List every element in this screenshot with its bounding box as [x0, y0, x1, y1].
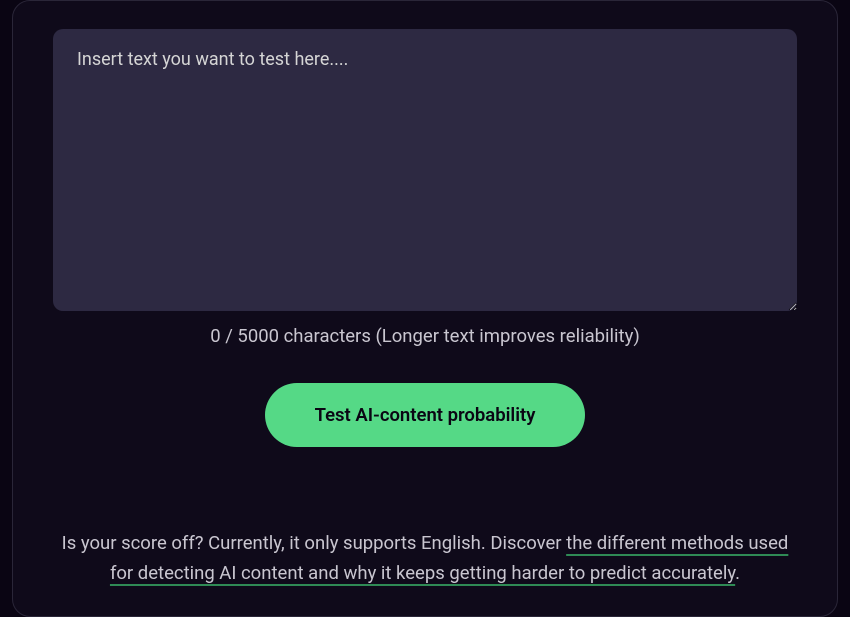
- footer-suffix: .: [735, 562, 740, 584]
- character-counter: 0 / 5000 characters (Longer text improve…: [53, 325, 797, 347]
- text-input[interactable]: [53, 29, 797, 311]
- test-button[interactable]: Test AI-content probability: [265, 383, 586, 447]
- action-row: Test AI-content probability: [53, 383, 797, 447]
- footer-prefix: Is your score off? Currently, it only su…: [62, 532, 566, 554]
- footer-note: Is your score off? Currently, it only su…: [53, 529, 797, 588]
- detector-card: 0 / 5000 characters (Longer text improve…: [12, 0, 838, 617]
